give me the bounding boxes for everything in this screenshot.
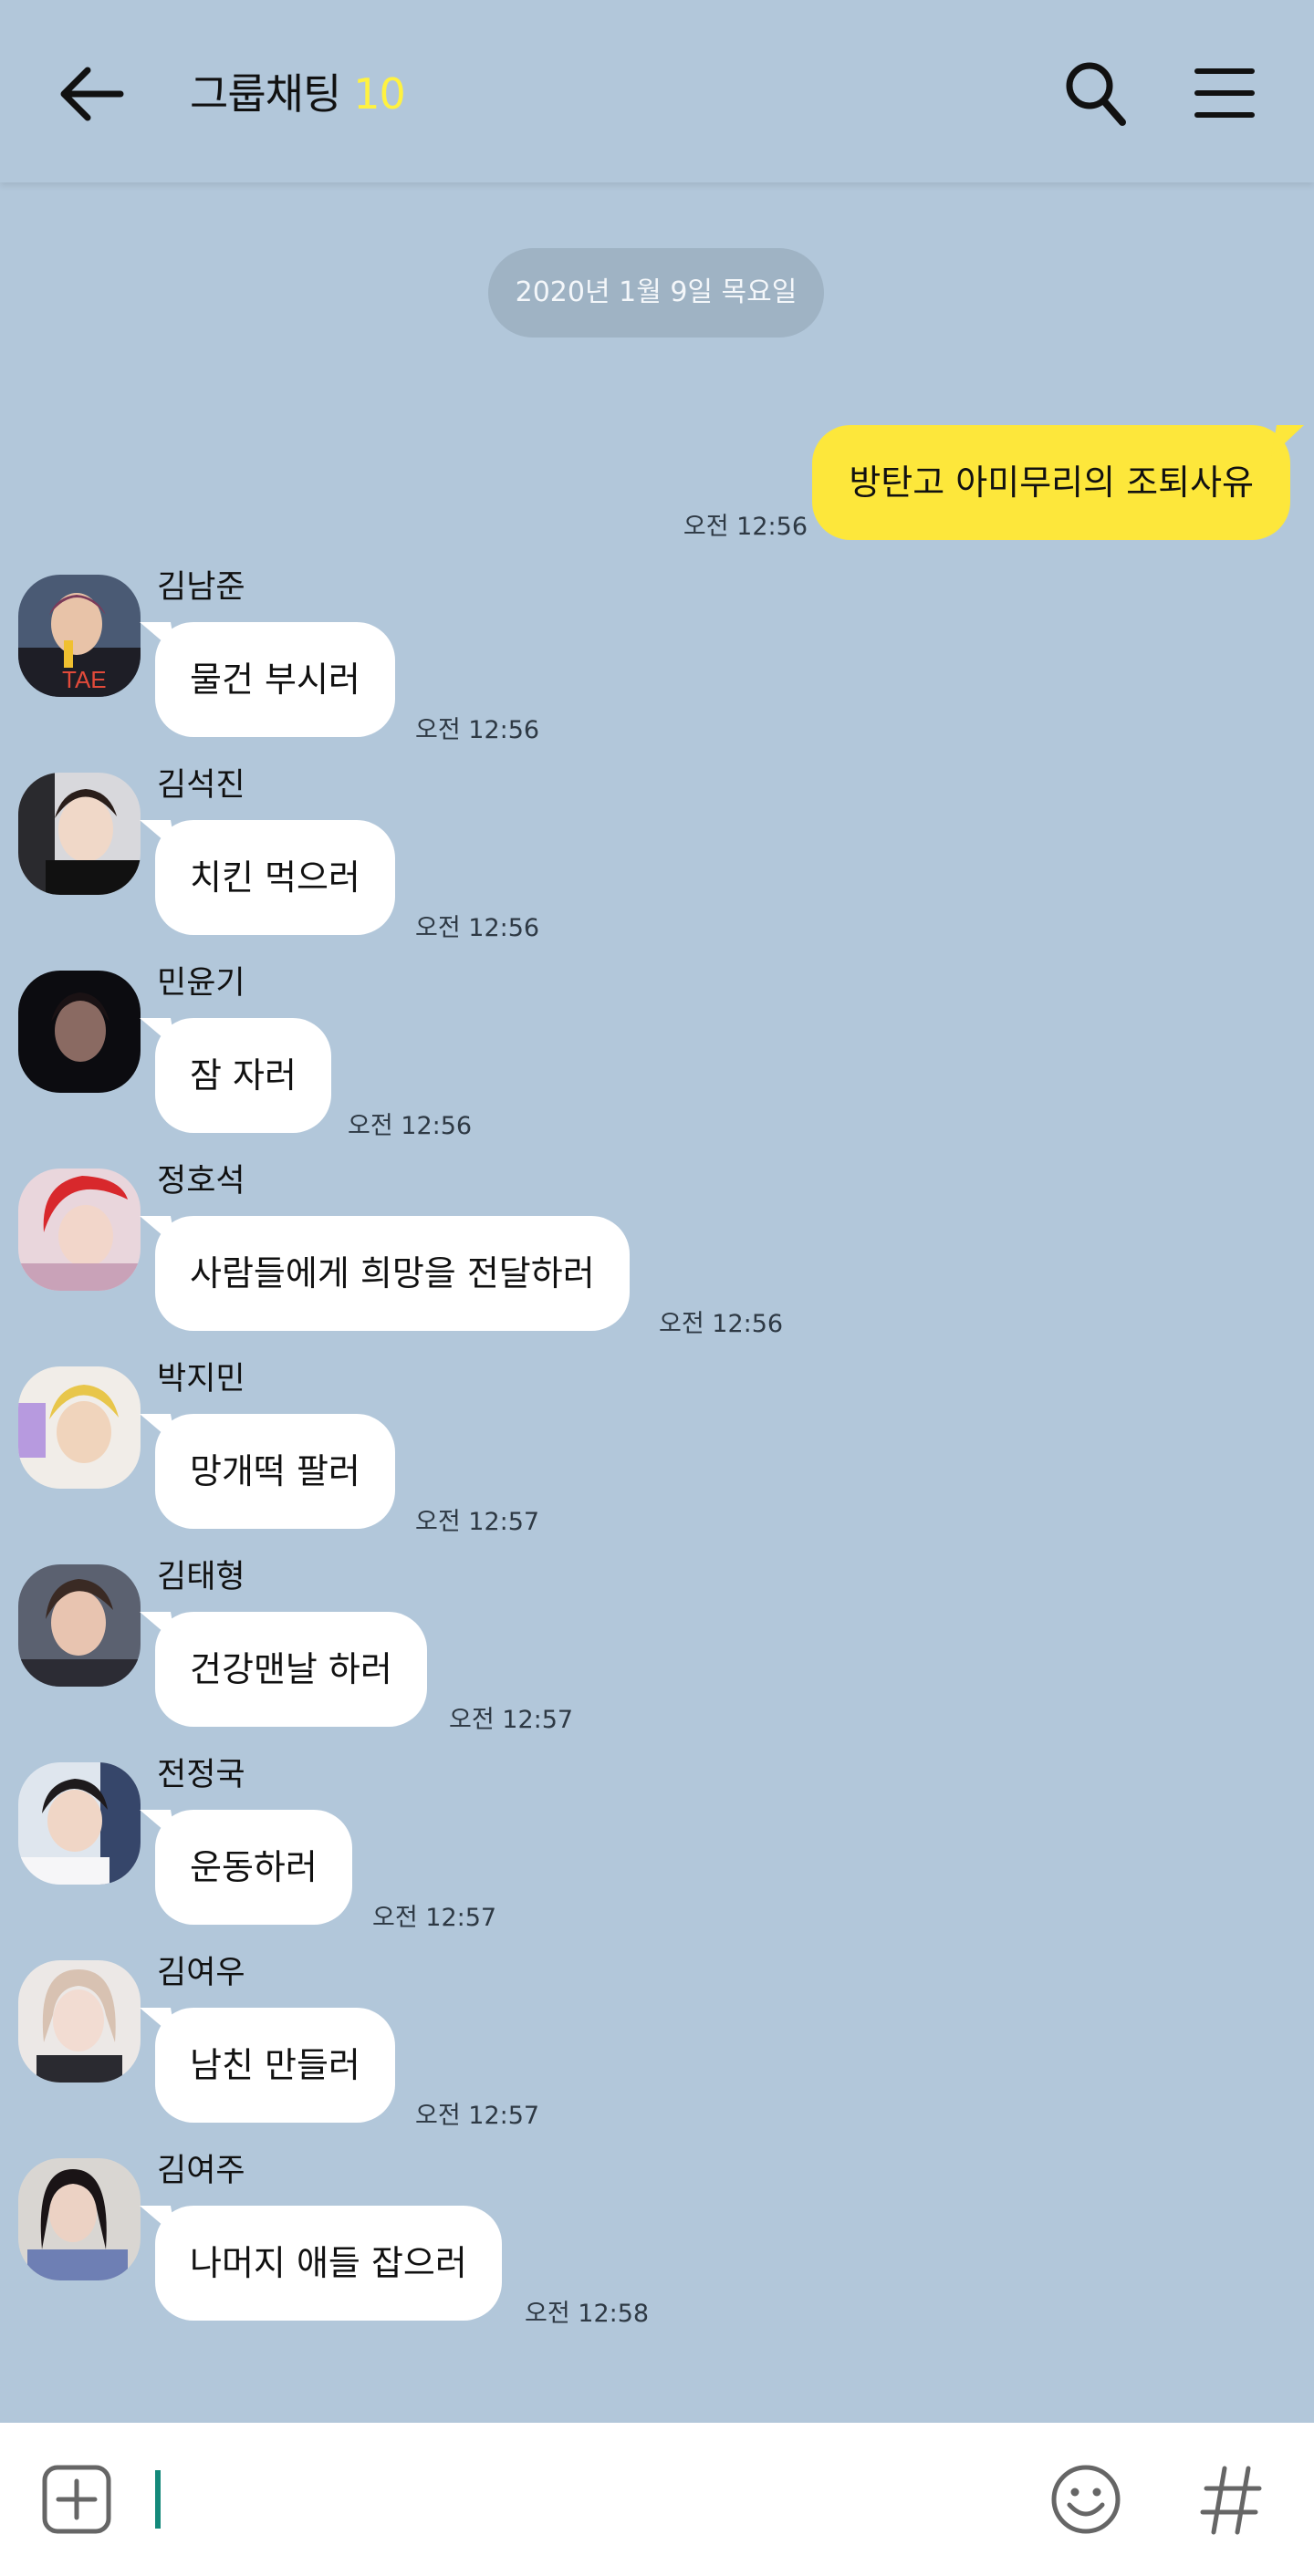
sender-name: 정호석: [157, 1163, 245, 1200]
message-time: 오전 12:57: [372, 1904, 497, 1932]
avatar[interactable]: [18, 1169, 141, 1291]
message-bubble[interactable]: 남친 만들러: [155, 2008, 395, 2123]
back-arrow-icon[interactable]: [55, 60, 128, 128]
message-bubble[interactable]: 망개떡 팔러: [155, 1414, 395, 1529]
message-row: 민윤기 잠 자러 오전 12:56: [0, 965, 1314, 1153]
message-row: 정호석 사람들에게 희망을 전달하러 오전 12:56: [0, 1163, 1314, 1351]
avatar[interactable]: [18, 773, 141, 895]
message-bubble[interactable]: 물건 부시러: [155, 622, 395, 737]
message-row: 전정국 운동하러 오전 12:57: [0, 1757, 1314, 1945]
message-bubble[interactable]: 치킨 먹으러: [155, 820, 395, 935]
smiley-icon[interactable]: [1049, 2463, 1122, 2536]
avatar[interactable]: [18, 2158, 141, 2280]
hashtag-icon[interactable]: [1197, 2463, 1265, 2538]
message-time: 오전 12:56: [659, 1310, 784, 1338]
message-bubble[interactable]: 사람들에게 희망을 전달하러: [155, 1216, 630, 1331]
plus-square-icon[interactable]: [40, 2463, 113, 2536]
message-time: 오전 12:56: [415, 914, 540, 942]
search-icon[interactable]: [1062, 58, 1128, 128]
text-caret: [155, 2470, 161, 2529]
sender-name: 민윤기: [157, 965, 245, 1002]
chat-room-name: 그룹채팅: [190, 69, 341, 119]
avatar[interactable]: [18, 1762, 141, 1885]
avatar[interactable]: [18, 1366, 141, 1489]
message-input[interactable]: [155, 2467, 1013, 2532]
sender-name: 전정국: [157, 1757, 245, 1793]
message-time: 오전 12:57: [415, 1508, 540, 1536]
chat-header: 그룹채팅 10: [0, 0, 1314, 182]
message-row: 김여우 남친 만들러 오전 12:57: [0, 1955, 1314, 2143]
member-count: 10: [353, 69, 406, 119]
message-row: 김태형 건강맨날 하러 오전 12:57: [0, 1559, 1314, 1747]
sender-name: 김여우: [157, 1955, 245, 1991]
message-time: 오전 12:57: [449, 1706, 574, 1734]
svg-text:TAE: TAE: [62, 666, 107, 693]
message-time: 오전 12:56: [348, 1112, 473, 1140]
message-bubble[interactable]: 나머지 애들 잡으러: [155, 2206, 502, 2321]
chat-title: 그룹채팅 10: [190, 64, 406, 124]
message-time: 오전 12:57: [415, 2102, 540, 2130]
message-bubble[interactable]: 운동하러: [155, 1810, 352, 1925]
sender-name: 김석진: [157, 767, 245, 804]
message-row: TAE 김남준 물건 부시러 오전 12:56: [0, 569, 1314, 757]
hamburger-menu-icon[interactable]: [1194, 64, 1256, 122]
my-message[interactable]: 방탄고 아미무리의 조퇴사유: [812, 425, 1290, 540]
my-message-bubble[interactable]: 방탄고 아미무리의 조퇴사유: [812, 425, 1290, 540]
message-row: 김여주 나머지 애들 잡으러 오전 12:58: [0, 2153, 1314, 2341]
sender-name: 김태형: [157, 1559, 245, 1595]
message-row: 박지민 망개떡 팔러 오전 12:57: [0, 1361, 1314, 1549]
message-bubble[interactable]: 건강맨날 하러: [155, 1612, 427, 1727]
message-time: 오전 12:56: [415, 716, 540, 744]
message-time: 오전 12:58: [525, 2300, 650, 2328]
avatar[interactable]: TAE: [18, 575, 141, 697]
message-row: 김석진 치킨 먹으러 오전 12:56: [0, 767, 1314, 955]
avatar[interactable]: [18, 1960, 141, 2083]
my-message-time: 오전 12:56: [683, 513, 808, 541]
sender-name: 김여주: [157, 2153, 245, 2189]
avatar[interactable]: [18, 971, 141, 1093]
message-composer: [0, 2423, 1314, 2576]
sender-name: 김남준: [157, 569, 245, 606]
avatar[interactable]: [18, 1564, 141, 1687]
message-bubble[interactable]: 잠 자러: [155, 1018, 331, 1133]
date-divider: 2020년 1월 9일 목요일: [488, 248, 824, 338]
sender-name: 박지민: [157, 1361, 245, 1397]
